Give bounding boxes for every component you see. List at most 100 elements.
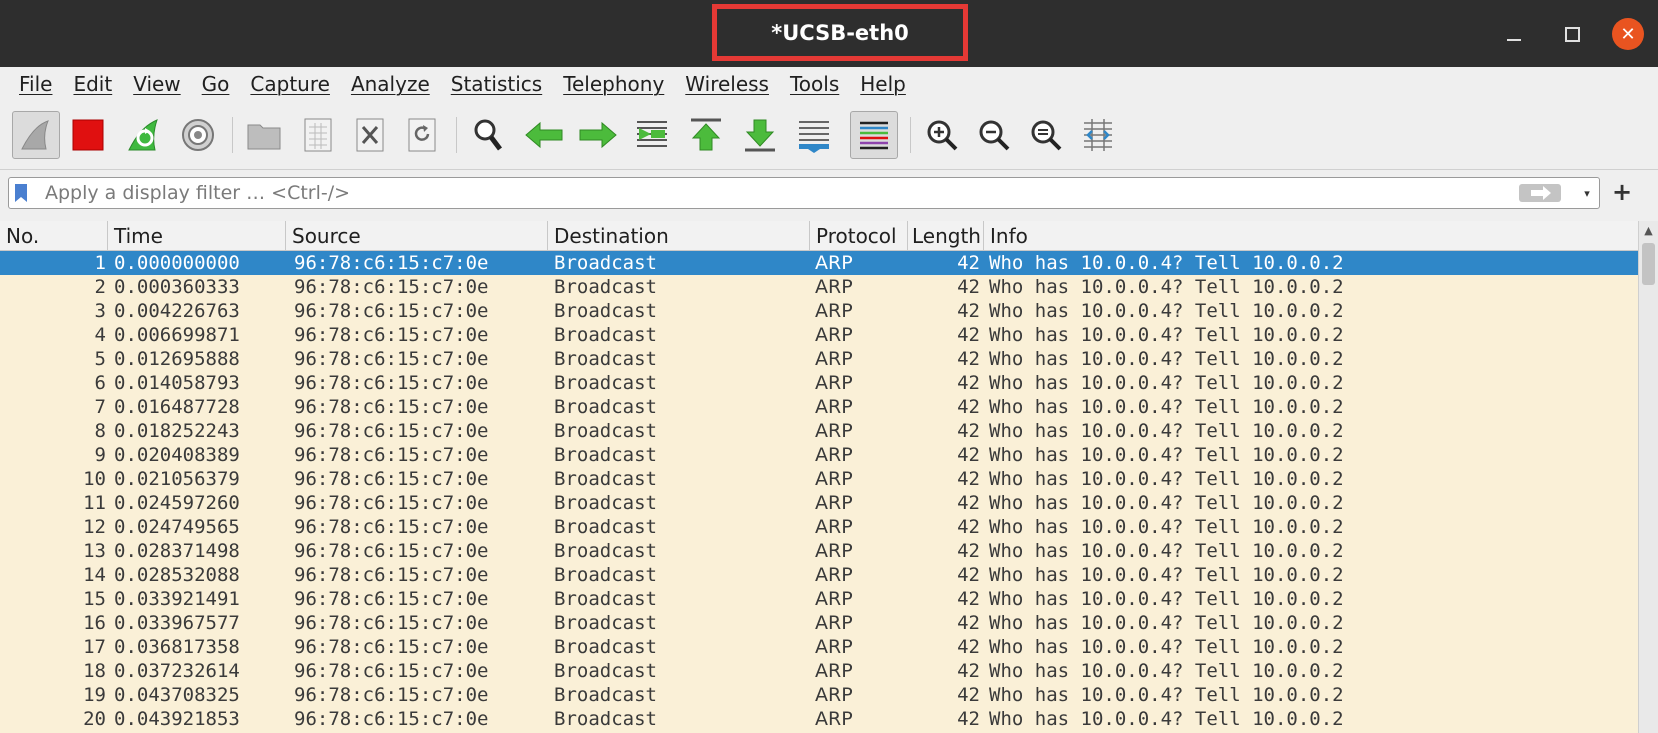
packet-destination: Broadcast bbox=[554, 468, 657, 490]
menu-wireless[interactable]: Wireless bbox=[675, 72, 780, 96]
packet-protocol: ARP bbox=[815, 420, 853, 442]
packet-info: Who has 10.0.0.4? Tell 10.0.0.2 bbox=[989, 588, 1344, 610]
shark-fin-start-icon[interactable] bbox=[12, 111, 60, 159]
packet-row[interactable]: 6 0.014058793 96:78:c6:15:c7:0e Broadcast AR… bbox=[0, 371, 1638, 395]
open-file-icon[interactable] bbox=[240, 111, 288, 159]
packet-no: 1 bbox=[94, 252, 106, 274]
packet-row[interactable]: 15 0.033921491 96:78:c6:15:c7:0e Broadcast A… bbox=[0, 587, 1638, 611]
packet-source: 96:78:c6:15:c7:0e bbox=[294, 612, 489, 634]
vertical-scrollbar[interactable]: ▲ bbox=[1638, 221, 1658, 733]
packet-row[interactable]: 5 0.012695888 96:78:c6:15:c7:0e Broadcast AR… bbox=[0, 347, 1638, 371]
capture-options-icon[interactable] bbox=[174, 111, 222, 159]
packet-destination: Broadcast bbox=[554, 708, 657, 730]
packet-list-header: No. Time Source Destination Protocol Len… bbox=[0, 221, 1638, 251]
scrollbar-thumb[interactable] bbox=[1642, 243, 1655, 285]
menu-go[interactable]: Go bbox=[192, 72, 241, 96]
menu-tools[interactable]: Tools bbox=[780, 72, 850, 96]
find-packet-icon[interactable] bbox=[464, 111, 512, 159]
packet-row[interactable]: 20 0.043921853 96:78:c6:15:c7:0e Broadcast A… bbox=[0, 707, 1638, 731]
menu-capture[interactable]: Capture bbox=[240, 72, 341, 96]
packet-info: Who has 10.0.0.4? Tell 10.0.0.2 bbox=[989, 684, 1344, 706]
packet-no: 15 bbox=[83, 588, 106, 610]
packet-info: Who has 10.0.0.4? Tell 10.0.0.2 bbox=[989, 444, 1344, 466]
packet-no: 7 bbox=[94, 396, 106, 418]
packet-destination: Broadcast bbox=[554, 444, 657, 466]
column-header-time[interactable]: Time bbox=[108, 221, 286, 250]
packet-no: 9 bbox=[94, 444, 106, 466]
scroll-up-icon[interactable]: ▲ bbox=[1639, 221, 1658, 239]
packet-row[interactable]: 1 0.000000000 96:78:c6:15:c7:0e Broadcast AR… bbox=[0, 251, 1638, 275]
menu-statistics[interactable]: Statistics bbox=[441, 72, 553, 96]
menu-view[interactable]: View bbox=[123, 72, 191, 96]
column-header-info[interactable]: Info bbox=[984, 221, 1638, 250]
packet-row[interactable]: 12 0.024749565 96:78:c6:15:c7:0e Broadcast A… bbox=[0, 515, 1638, 539]
go-to-packet-icon[interactable] bbox=[628, 111, 676, 159]
packet-info: Who has 10.0.0.4? Tell 10.0.0.2 bbox=[989, 612, 1344, 634]
colorize-icon[interactable] bbox=[850, 111, 898, 159]
column-header-length[interactable]: Length bbox=[908, 221, 984, 250]
packet-info: Who has 10.0.0.4? Tell 10.0.0.2 bbox=[989, 540, 1344, 562]
close-button[interactable]: ✕ bbox=[1612, 18, 1644, 50]
packet-row[interactable]: 11 0.024597260 96:78:c6:15:c7:0e Broadcast A… bbox=[0, 491, 1638, 515]
packet-no: 3 bbox=[94, 300, 106, 322]
column-header-source[interactable]: Source bbox=[286, 221, 548, 250]
normal-size-icon[interactable] bbox=[1022, 111, 1070, 159]
packet-row[interactable]: 18 0.037232614 96:78:c6:15:c7:0e Broadcast A… bbox=[0, 659, 1638, 683]
packet-row[interactable]: 8 0.018252243 96:78:c6:15:c7:0e Broadcast AR… bbox=[0, 419, 1638, 443]
menu-file[interactable]: File bbox=[0, 72, 63, 96]
packet-destination: Broadcast bbox=[554, 540, 657, 562]
last-packet-icon[interactable] bbox=[736, 111, 784, 159]
packet-row[interactable]: 19 0.043708325 96:78:c6:15:c7:0e Broadcast A… bbox=[0, 683, 1638, 707]
packet-row[interactable]: 4 0.006699871 96:78:c6:15:c7:0e Broadcast AR… bbox=[0, 323, 1638, 347]
menu-analyze[interactable]: Analyze bbox=[341, 72, 441, 96]
packet-destination: Broadcast bbox=[554, 300, 657, 322]
packet-row[interactable]: 9 0.020408389 96:78:c6:15:c7:0e Broadcast AR… bbox=[0, 443, 1638, 467]
auto-scroll-icon[interactable] bbox=[790, 111, 838, 159]
packet-protocol: ARP bbox=[815, 324, 853, 346]
column-header-destination[interactable]: Destination bbox=[548, 221, 810, 250]
zoom-in-icon[interactable] bbox=[918, 111, 966, 159]
minimize-button[interactable] bbox=[1500, 20, 1528, 48]
packet-row[interactable]: 10 0.021056379 96:78:c6:15:c7:0e Broadcast A… bbox=[0, 467, 1638, 491]
menu-help[interactable]: Help bbox=[850, 72, 917, 96]
stop-capture-icon[interactable] bbox=[64, 111, 112, 159]
bookmark-icon[interactable] bbox=[14, 183, 28, 203]
packet-row[interactable]: 16 0.033967577 96:78:c6:15:c7:0e Broadcast A… bbox=[0, 611, 1638, 635]
save-file-icon[interactable] bbox=[294, 111, 342, 159]
packet-no: 20 bbox=[83, 708, 106, 730]
restart-capture-icon[interactable] bbox=[120, 111, 168, 159]
column-header-no[interactable]: No. bbox=[0, 221, 108, 250]
display-filter-input[interactable] bbox=[45, 178, 1445, 208]
packet-row[interactable]: 17 0.036817358 96:78:c6:15:c7:0e Broadcast A… bbox=[0, 635, 1638, 659]
packet-row[interactable]: 3 0.004226763 96:78:c6:15:c7:0e Broadcast AR… bbox=[0, 299, 1638, 323]
menu-edit[interactable]: Edit bbox=[63, 72, 123, 96]
packet-length: 42 bbox=[957, 348, 980, 370]
go-forward-icon[interactable] bbox=[574, 111, 622, 159]
toolbar-separator bbox=[456, 117, 457, 153]
go-back-icon[interactable] bbox=[520, 111, 568, 159]
packet-row[interactable]: 13 0.028371498 96:78:c6:15:c7:0e Broadcast A… bbox=[0, 539, 1638, 563]
packet-protocol: ARP bbox=[815, 516, 853, 538]
add-filter-button[interactable]: + bbox=[1608, 176, 1636, 208]
packet-row[interactable]: 2 0.000360333 96:78:c6:15:c7:0e Broadcast AR… bbox=[0, 275, 1638, 299]
packet-source: 96:78:c6:15:c7:0e bbox=[294, 636, 489, 658]
menu-bar: File Edit View Go Capture Analyze Statis… bbox=[0, 67, 1658, 101]
filter-history-dropdown[interactable]: ▾ bbox=[1577, 183, 1597, 203]
column-header-protocol[interactable]: Protocol bbox=[810, 221, 908, 250]
close-file-icon[interactable] bbox=[346, 111, 394, 159]
first-packet-icon[interactable] bbox=[682, 111, 730, 159]
apply-filter-button[interactable] bbox=[1519, 184, 1561, 202]
menu-telephony[interactable]: Telephony bbox=[553, 72, 675, 96]
packet-destination: Broadcast bbox=[554, 276, 657, 298]
reload-file-icon[interactable] bbox=[398, 111, 446, 159]
resize-columns-icon[interactable] bbox=[1074, 111, 1122, 159]
packet-protocol: ARP bbox=[815, 660, 853, 682]
packet-length: 42 bbox=[957, 516, 980, 538]
packet-time: 0.033921491 bbox=[114, 588, 240, 610]
maximize-button[interactable] bbox=[1558, 20, 1586, 48]
packet-source: 96:78:c6:15:c7:0e bbox=[294, 396, 489, 418]
packet-info: Who has 10.0.0.4? Tell 10.0.0.2 bbox=[989, 348, 1344, 370]
packet-row[interactable]: 7 0.016487728 96:78:c6:15:c7:0e Broadcast AR… bbox=[0, 395, 1638, 419]
zoom-out-icon[interactable] bbox=[970, 111, 1018, 159]
packet-row[interactable]: 14 0.028532088 96:78:c6:15:c7:0e Broadcast A… bbox=[0, 563, 1638, 587]
